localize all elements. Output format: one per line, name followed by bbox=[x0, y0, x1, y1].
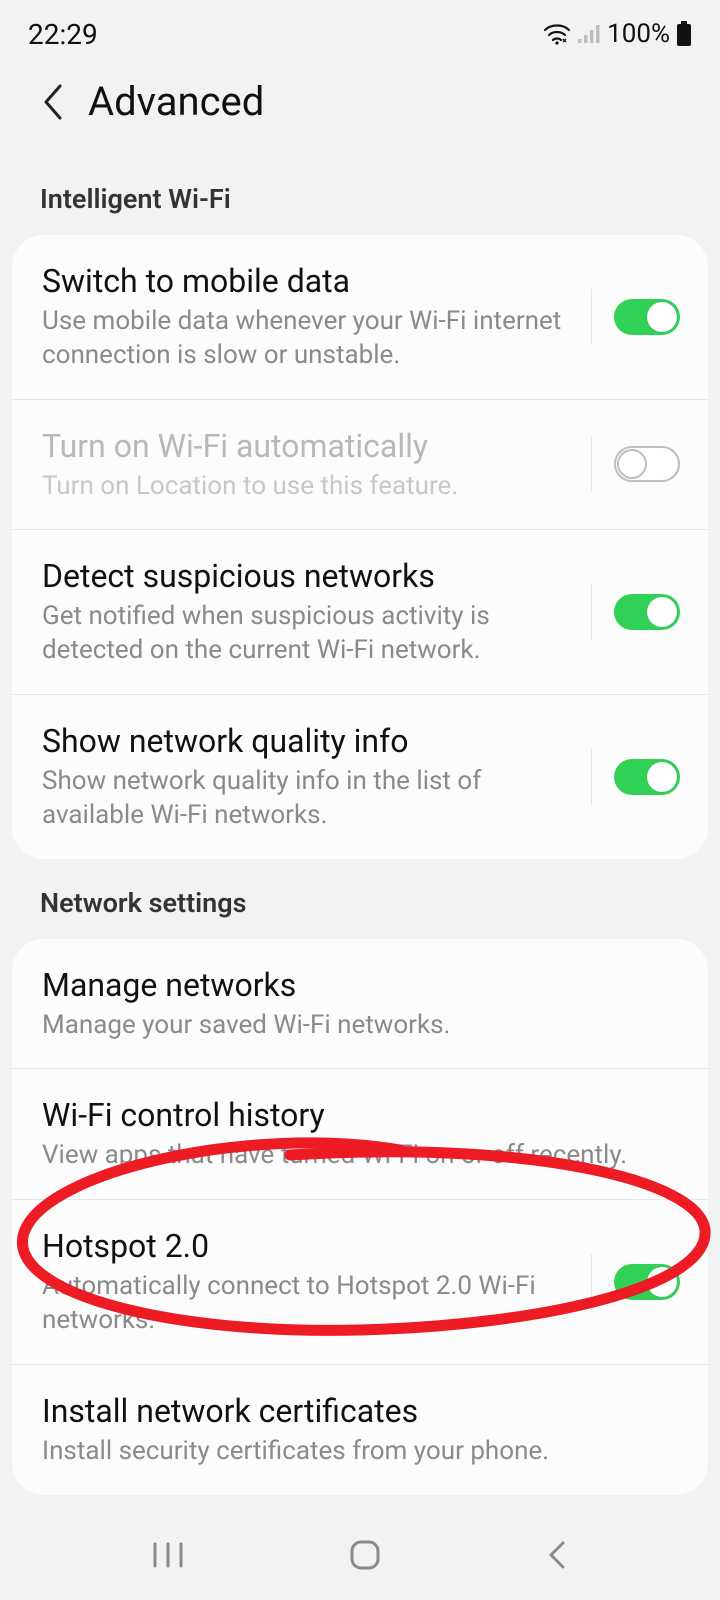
row-manage-networks[interactable]: Manage networks Manage your saved Wi-Fi … bbox=[12, 939, 708, 1070]
card-intelligent-wifi: Switch to mobile data Use mobile data wh… bbox=[12, 235, 708, 859]
row-title: Switch to mobile data bbox=[42, 261, 573, 301]
row-install-network-certificates[interactable]: Install network certificates Install sec… bbox=[12, 1365, 708, 1495]
toggle-hotspot-2-0[interactable] bbox=[614, 1264, 680, 1300]
row-title: Hotspot 2.0 bbox=[42, 1226, 573, 1266]
row-show-network-quality-info[interactable]: Show network quality info Show network q… bbox=[12, 695, 708, 859]
toggle-switch-to-mobile-data[interactable] bbox=[614, 299, 680, 335]
battery-icon bbox=[676, 21, 692, 47]
section-label-intelligent-wifi: Intelligent Wi-Fi bbox=[0, 165, 720, 235]
page-title: Advanced bbox=[88, 78, 264, 125]
status-icons: 100% bbox=[543, 19, 692, 49]
row-switch-to-mobile-data[interactable]: Switch to mobile data Use mobile data wh… bbox=[12, 235, 708, 400]
wifi-icon bbox=[543, 23, 571, 45]
row-subtitle: View apps that have turned Wi-Fi on or o… bbox=[42, 1139, 662, 1173]
row-detect-suspicious-networks[interactable]: Detect suspicious networks Get notified … bbox=[12, 530, 708, 695]
row-hotspot-2-0[interactable]: Hotspot 2.0 Automatically connect to Hot… bbox=[12, 1200, 708, 1365]
section-label-network-settings: Network settings bbox=[0, 859, 720, 939]
row-title: Show network quality info bbox=[42, 721, 573, 761]
row-subtitle: Get notified when suspicious activity is… bbox=[42, 600, 573, 668]
status-time: 22:29 bbox=[28, 18, 98, 51]
row-subtitle: Automatically connect to Hotspot 2.0 Wi-… bbox=[42, 1270, 573, 1338]
row-subtitle: Turn on Location to use this feature. bbox=[42, 470, 573, 504]
row-title: Turn on Wi-Fi automatically bbox=[42, 426, 573, 466]
row-subtitle: Install security certificates from your … bbox=[42, 1435, 662, 1469]
toggle-turn-on-wifi-automatically bbox=[614, 446, 680, 482]
row-wifi-control-history[interactable]: Wi-Fi control history View apps that hav… bbox=[12, 1069, 708, 1200]
row-title: Detect suspicious networks bbox=[42, 556, 573, 596]
recents-button[interactable] bbox=[151, 1540, 185, 1570]
row-subtitle: Manage your saved Wi-Fi networks. bbox=[42, 1009, 662, 1043]
system-nav-bar bbox=[0, 1520, 720, 1600]
row-title: Install network certificates bbox=[42, 1391, 662, 1431]
row-subtitle: Show network quality info in the list of… bbox=[42, 765, 573, 833]
toggle-show-network-quality-info[interactable] bbox=[614, 759, 680, 795]
signal-icon bbox=[577, 23, 601, 45]
back-icon[interactable] bbox=[40, 82, 66, 122]
row-turn-on-wifi-automatically: Turn on Wi-Fi automatically Turn on Loca… bbox=[12, 400, 708, 531]
card-network-settings: Manage networks Manage your saved Wi-Fi … bbox=[12, 939, 708, 1495]
home-button[interactable] bbox=[348, 1538, 382, 1572]
row-title: Manage networks bbox=[42, 965, 662, 1005]
row-subtitle: Use mobile data whenever your Wi-Fi inte… bbox=[42, 305, 573, 373]
toggle-detect-suspicious-networks[interactable] bbox=[614, 594, 680, 630]
battery-text: 100% bbox=[607, 19, 670, 49]
row-title: Wi-Fi control history bbox=[42, 1095, 662, 1135]
back-button[interactable] bbox=[545, 1538, 569, 1572]
status-bar: 22:29 100% bbox=[0, 0, 720, 58]
app-header: Advanced bbox=[0, 58, 720, 165]
